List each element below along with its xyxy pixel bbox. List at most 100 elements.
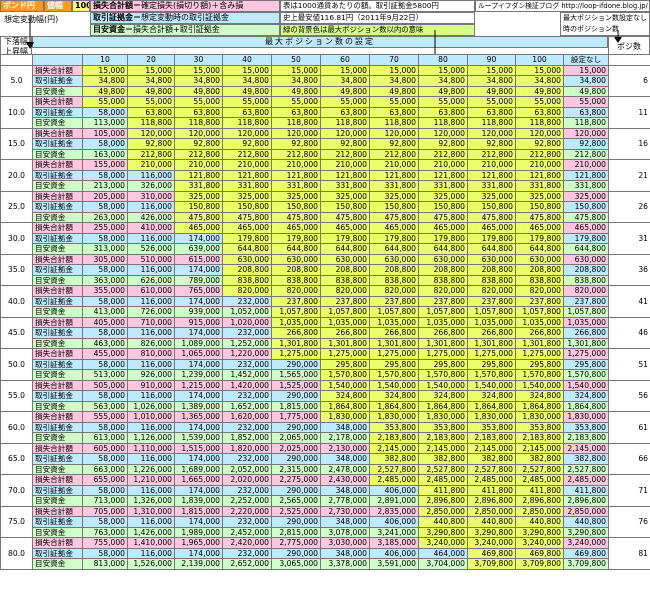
- table-row: 40.0 損失合計額 355,000 610,000 765,000 820,000 820…: [0, 285, 650, 318]
- value-cell: 1,540,000: [467, 379, 516, 391]
- table-row: 目安資金 463,000 826,000 1,089,000 1,252,000 1,30…: [1, 337, 650, 349]
- value-cell: 1,426,000: [127, 526, 175, 538]
- table-row: 目安資金 663,000 1,226,000 1,689,000 2,052,000 2,…: [1, 463, 650, 475]
- value-cell: 325,000: [563, 190, 609, 202]
- value-cell: 150,800: [320, 201, 370, 213]
- value-cell: 826,000: [127, 337, 175, 349]
- range-value: 70.0: [0, 474, 33, 507]
- row-label: 損失合計額: [32, 96, 83, 108]
- value-cell: 3,704,000: [418, 558, 468, 570]
- value-cell: 331,800: [174, 180, 223, 192]
- value-cell: 210,000: [563, 159, 609, 171]
- value-cell: 1,540,000: [515, 379, 564, 391]
- column-header: 90: [467, 54, 516, 66]
- value-cell: 813,000: [82, 558, 128, 570]
- value-cell: 179,800: [369, 232, 419, 244]
- value-cell: 1,515,000: [174, 442, 223, 454]
- value-cell: 212,800: [515, 148, 564, 160]
- value-cell: 34,800: [418, 75, 468, 87]
- value-cell: 179,800: [320, 232, 370, 244]
- value-cell: 838,800: [320, 274, 370, 286]
- table-row: 取引証拠金 58,000 116,000 174,000 232,000 290,000 3…: [1, 547, 650, 559]
- value-cell: 58,000: [82, 295, 128, 307]
- value-cell: 1,540,000: [563, 379, 609, 391]
- value-cell: 120,000: [418, 127, 468, 139]
- table-row: 75.0 損失合計額 705,000 1,310,000 1,815,000 2,220,…: [0, 505, 650, 538]
- value-cell: 475,800: [174, 211, 223, 223]
- assumed-range-label: 想定変動幅(円): [4, 15, 59, 24]
- value-cell: 630,000: [320, 253, 370, 265]
- value-cell: 15,000: [320, 64, 370, 76]
- value-cell: 210,000: [127, 159, 175, 171]
- value-cell: 116,000: [127, 295, 175, 307]
- value-cell: 2,525,000: [271, 505, 321, 517]
- value-cell: 174,000: [174, 516, 223, 528]
- value-cell: 266,800: [515, 327, 564, 339]
- blog-link[interactable]: ループイフダン検証ブログ http://loop-ifdone.blog.jp/: [475, 0, 650, 12]
- value-cell: 464,000: [418, 547, 468, 559]
- value-cell: 63,800: [515, 106, 564, 118]
- value-cell: 820,000: [369, 285, 419, 297]
- value-cell: 2,485,000: [467, 474, 516, 486]
- value-cell: 121,800: [515, 169, 564, 181]
- value-cell: 610,000: [127, 285, 175, 297]
- value-cell: 208,800: [320, 264, 370, 276]
- value-cell: 1,864,800: [563, 400, 609, 412]
- value-cell: 1,310,000: [127, 505, 175, 517]
- value-cell: 49,800: [563, 85, 609, 97]
- value-cell: 210,000: [418, 159, 468, 171]
- value-cell: 266,800: [369, 327, 419, 339]
- value-cell: 820,000: [320, 285, 370, 297]
- value-cell: 2,891,000: [369, 495, 419, 507]
- row-label: 目安資金: [32, 400, 83, 412]
- value-cell: 174,000: [174, 295, 223, 307]
- table-row: 取引証拠金 58,000 116,000 174,000 232,000 290,000 3…: [1, 421, 650, 433]
- value-cell: 331,800: [418, 180, 468, 192]
- value-cell: 926,000: [127, 369, 175, 381]
- value-cell: 49,800: [271, 85, 321, 97]
- value-cell: 644,800: [271, 243, 321, 255]
- value-cell: 49,800: [320, 85, 370, 97]
- value-cell: 1,965,000: [174, 537, 223, 549]
- value-cell: 1,830,000: [418, 411, 468, 423]
- value-cell: 2,145,000: [467, 442, 516, 454]
- value-cell: 1,989,000: [174, 526, 223, 538]
- position-count: 56: [608, 379, 650, 412]
- value-cell: 290,000: [271, 453, 321, 465]
- column-header: 10: [82, 54, 128, 66]
- value-cell: 49,800: [174, 85, 223, 97]
- table-row: 目安資金 49,800 49,800 49,800 49,800 49,800 49,800…: [1, 85, 650, 97]
- note-per-1000: 表は1000通貨あたりの額。取引証拠金5800円: [280, 0, 475, 12]
- value-cell: 411,800: [418, 484, 468, 496]
- table-row: 取引証拠金 58,000 116,000 174,000 232,000 290,000 3…: [1, 484, 650, 496]
- table-row: 目安資金 513,000 926,000 1,239,000 1,452,000 1,56…: [1, 369, 650, 381]
- value-cell: 1,830,000: [515, 411, 564, 423]
- value-cell: 34,800: [515, 75, 564, 87]
- value-cell: 1,057,800: [467, 306, 516, 318]
- value-cell: 1,452,000: [222, 369, 272, 381]
- column-header: 80: [418, 54, 468, 66]
- value-cell: 92,800: [369, 138, 419, 150]
- row-label: 目安資金: [32, 211, 83, 223]
- value-cell: 325,000: [467, 190, 516, 202]
- value-cell: 475,800: [467, 211, 516, 223]
- value-cell: 2,896,800: [418, 495, 468, 507]
- value-cell: 469,800: [467, 547, 516, 559]
- position-count: 31: [608, 222, 650, 255]
- value-cell: 1,570,800: [320, 369, 370, 381]
- value-cell: 208,800: [418, 264, 468, 276]
- row-label: 目安資金: [32, 148, 83, 160]
- value-cell: 630,000: [369, 253, 419, 265]
- table-row: 取引証拠金 58,000 116,000 174,000 232,000 290,000 3…: [1, 516, 650, 528]
- row-label: 損失合計額: [32, 253, 83, 265]
- range-value: 40.0: [0, 285, 33, 318]
- value-cell: 475,800: [271, 211, 321, 223]
- table-row: 70.0 損失合計額 655,000 1,210,000 1,665,000 2,020,…: [0, 474, 650, 507]
- value-cell: 644,800: [369, 243, 419, 255]
- value-cell: 2,420,000: [222, 537, 272, 549]
- width-value[interactable]: 100: [72, 0, 90, 12]
- value-cell: 820,000: [222, 285, 272, 297]
- definition-funds-term: 目安資金: [93, 25, 125, 34]
- value-cell: 1,689,000: [174, 463, 223, 475]
- value-cell: 174,000: [174, 358, 223, 370]
